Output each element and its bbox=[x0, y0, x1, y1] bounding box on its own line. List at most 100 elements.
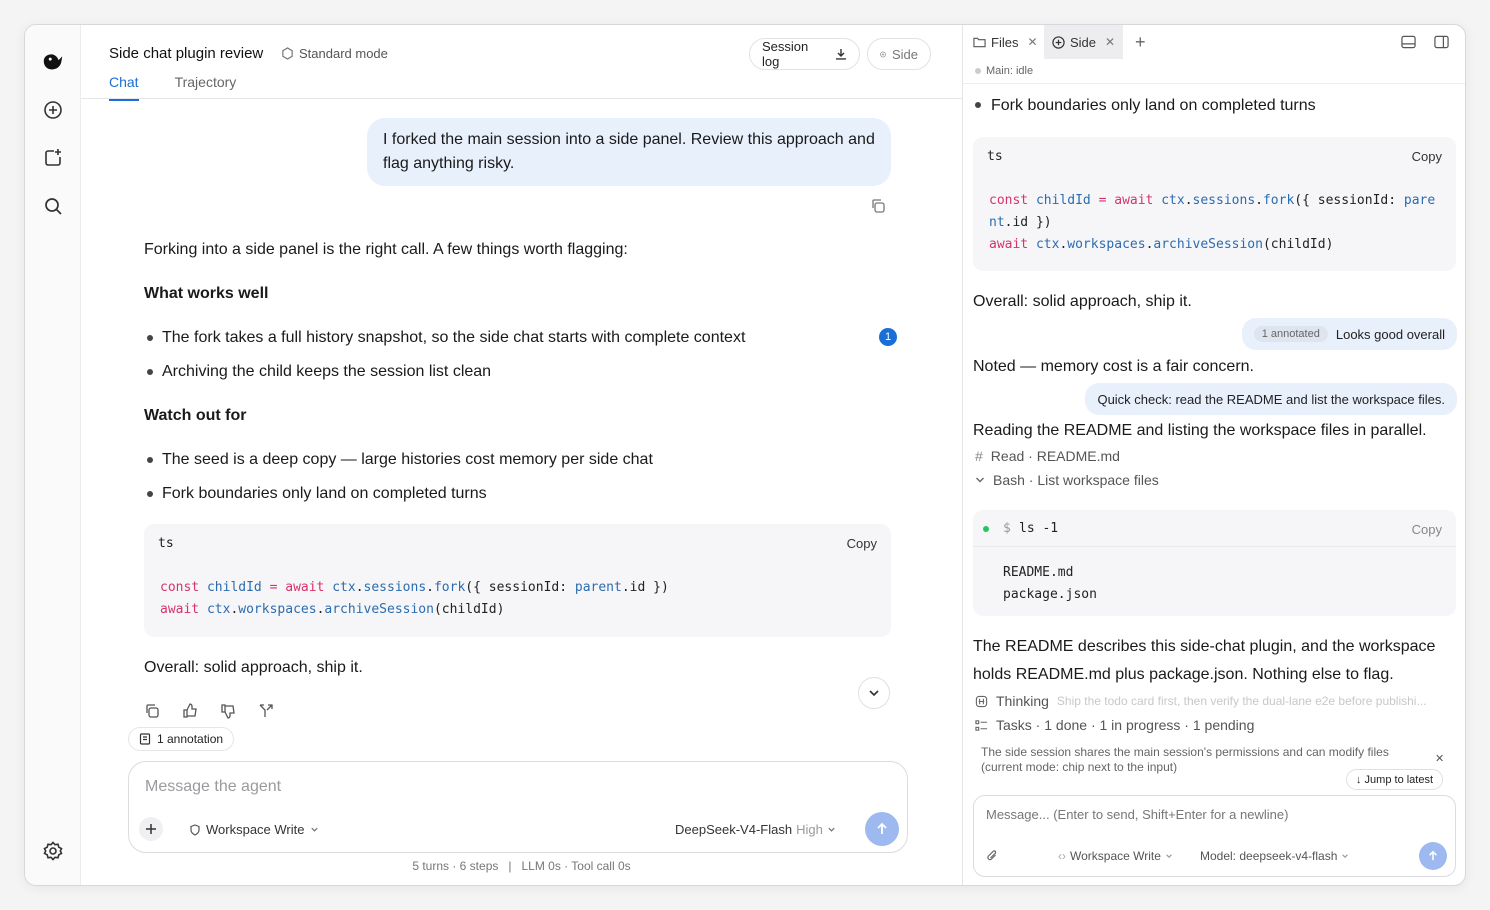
close-icon[interactable]: ✕ bbox=[1105, 35, 1115, 49]
tasks-row[interactable]: Tasks · 1 done · 1 in progress · 1 pendi… bbox=[975, 717, 1254, 733]
permission-select[interactable]: Workspace Write bbox=[189, 822, 319, 837]
bullet-dot bbox=[975, 102, 981, 108]
add-tab-button[interactable]: + bbox=[1127, 25, 1154, 59]
annotation-badge[interactable]: 1 bbox=[879, 328, 897, 346]
tool-read[interactable]: # Read · README.md bbox=[975, 448, 1120, 464]
note-icon bbox=[139, 733, 151, 745]
chevron-down-icon bbox=[869, 690, 879, 697]
thumbs-up-icon[interactable] bbox=[179, 700, 201, 722]
side-send-button[interactable] bbox=[1419, 842, 1447, 870]
tool-read-label: Read · README.md bbox=[990, 448, 1120, 464]
side-permission-label: Workspace Write bbox=[1070, 849, 1161, 863]
mode-label: Standard mode bbox=[299, 46, 388, 61]
fork-icon[interactable] bbox=[255, 700, 277, 722]
code-lang: ts bbox=[158, 536, 174, 551]
thumbs-down-icon[interactable] bbox=[217, 700, 239, 722]
side-permission-select[interactable]: ‹› Workspace Write bbox=[1058, 849, 1173, 863]
download-icon bbox=[836, 49, 847, 60]
plus-icon bbox=[146, 824, 156, 834]
panel-bottom-icon[interactable] bbox=[1401, 35, 1416, 54]
tool-bash[interactable]: Bash · List workspace files bbox=[975, 472, 1159, 488]
page-title: Side chat plugin review bbox=[109, 45, 264, 62]
chat-pane: Side chat plugin review Standard mode Se… bbox=[81, 25, 962, 885]
tab-trajectory[interactable]: Trajectory bbox=[175, 74, 237, 101]
tab-chat[interactable]: Chat bbox=[109, 74, 139, 101]
bullet-dot bbox=[147, 335, 153, 341]
code-line-2: await ctx.workspaces.archiveSession(chil… bbox=[160, 602, 505, 617]
arrow-up-icon bbox=[1429, 850, 1437, 861]
tab-files[interactable]: Files ✕ bbox=[965, 25, 1046, 59]
paperclip-icon[interactable] bbox=[986, 849, 999, 868]
assistant-intro: Forking into a side panel is the right c… bbox=[144, 241, 628, 258]
list-icon bbox=[975, 719, 988, 731]
model-label: DeepSeek-V4-Flash bbox=[675, 822, 793, 837]
shell-output-1: README.md bbox=[1003, 565, 1074, 580]
works-item-1: The fork takes a full history snapshot, … bbox=[162, 329, 746, 346]
brain-icon bbox=[975, 695, 988, 707]
plus-circle-icon bbox=[880, 51, 886, 57]
shell-copy-button[interactable]: Copy bbox=[1412, 522, 1442, 537]
scroll-down-button[interactable] bbox=[858, 677, 890, 709]
send-button[interactable] bbox=[865, 812, 899, 846]
mode-icon bbox=[282, 47, 293, 60]
conclusion-text: The README describes this side-chat plug… bbox=[973, 638, 1436, 683]
search-icon[interactable] bbox=[41, 194, 65, 218]
chevron-down-icon bbox=[310, 827, 318, 832]
nav-rail bbox=[25, 25, 81, 885]
bullet-dot bbox=[147, 457, 153, 463]
session-log-button[interactable]: Session log bbox=[749, 38, 860, 70]
logo-icon bbox=[41, 49, 65, 73]
copy-message-icon[interactable] bbox=[867, 195, 889, 217]
message-input[interactable]: Message the agent bbox=[145, 778, 281, 796]
arrow-up-icon bbox=[877, 822, 887, 834]
tab-side[interactable]: Side ✕ bbox=[1044, 25, 1124, 59]
quick-check-message: Quick check: read the README and list th… bbox=[1085, 383, 1457, 415]
hash-icon: # bbox=[975, 448, 983, 464]
annotation-chip-label: 1 annotation bbox=[157, 732, 224, 746]
side-panel: Files ✕ Side ✕ + Main: idle Fork boundar… bbox=[962, 25, 1465, 885]
quick-check-text: Quick check: read the README and list th… bbox=[1097, 391, 1445, 407]
noted-text: Noted — memory cost is a fair concern. bbox=[973, 358, 1254, 375]
attach-button[interactable] bbox=[139, 817, 163, 841]
effort-label: High bbox=[796, 822, 823, 837]
jump-to-latest-button[interactable]: ↓ Jump to latest bbox=[1346, 769, 1444, 790]
thinking-row[interactable]: Thinking Ship the todo card first, then … bbox=[975, 693, 1459, 709]
bullet-dot bbox=[147, 369, 153, 375]
chevron-down-icon bbox=[1166, 854, 1172, 858]
code-line-1: const childId = await ctx.sessions.fork(… bbox=[989, 193, 1436, 208]
mode-indicator[interactable]: Standard mode bbox=[281, 46, 388, 61]
new-chat-icon[interactable] bbox=[41, 98, 65, 122]
status-dot bbox=[975, 68, 981, 74]
copy-response-icon[interactable] bbox=[141, 700, 163, 722]
side-model-select[interactable]: Model: deepseek-v4-flash bbox=[1200, 849, 1349, 863]
code-copy-button[interactable]: Copy bbox=[1412, 149, 1442, 164]
side-model-label: Model: deepseek-v4-flash bbox=[1200, 849, 1338, 863]
model-select[interactable]: DeepSeek-V4-Flash High bbox=[675, 822, 836, 837]
side-composer: Message... (Enter to send, Shift+Enter f… bbox=[973, 795, 1456, 877]
divider bbox=[963, 83, 1465, 84]
close-icon[interactable]: ✕ bbox=[1027, 35, 1037, 49]
annotated-message[interactable]: 1 annotated Looks good overall bbox=[1241, 318, 1457, 350]
tool-bash-label: Bash · List workspace files bbox=[993, 472, 1159, 488]
session-log-label: Session log bbox=[762, 39, 809, 69]
settings-icon[interactable] bbox=[41, 839, 65, 863]
watch-item-1: The seed is a deep copy — large historie… bbox=[162, 451, 653, 468]
success-dot bbox=[983, 526, 989, 532]
chat-tabs: Chat Trajectory bbox=[109, 74, 236, 101]
annotation-chip[interactable]: 1 annotation bbox=[128, 727, 235, 751]
side-message-input[interactable]: Message... (Enter to send, Shift+Enter f… bbox=[986, 807, 1288, 822]
dismiss-notice-icon[interactable]: ✕ bbox=[1435, 752, 1444, 765]
permission-label: Workspace Write bbox=[206, 822, 305, 837]
assistant-summary: Overall: solid approach, ship it. bbox=[144, 659, 363, 676]
new-workspace-icon[interactable] bbox=[41, 146, 65, 170]
folder-icon bbox=[973, 37, 986, 48]
user-message: I forked the main session into a side pa… bbox=[367, 118, 891, 186]
side-button[interactable]: Side bbox=[867, 38, 931, 70]
works-item-2: Archiving the child keeps the session li… bbox=[162, 363, 492, 380]
reading-text: Reading the README and listing the works… bbox=[973, 422, 1427, 439]
code-line-1-wrap: nt.id }) bbox=[989, 215, 1052, 230]
code-icon: ‹› bbox=[1058, 849, 1066, 863]
code-copy-button[interactable]: Copy bbox=[847, 536, 877, 551]
panel-right-icon[interactable] bbox=[1434, 35, 1449, 54]
code-line-1: const childId = await ctx.sessions.fork(… bbox=[160, 580, 669, 595]
